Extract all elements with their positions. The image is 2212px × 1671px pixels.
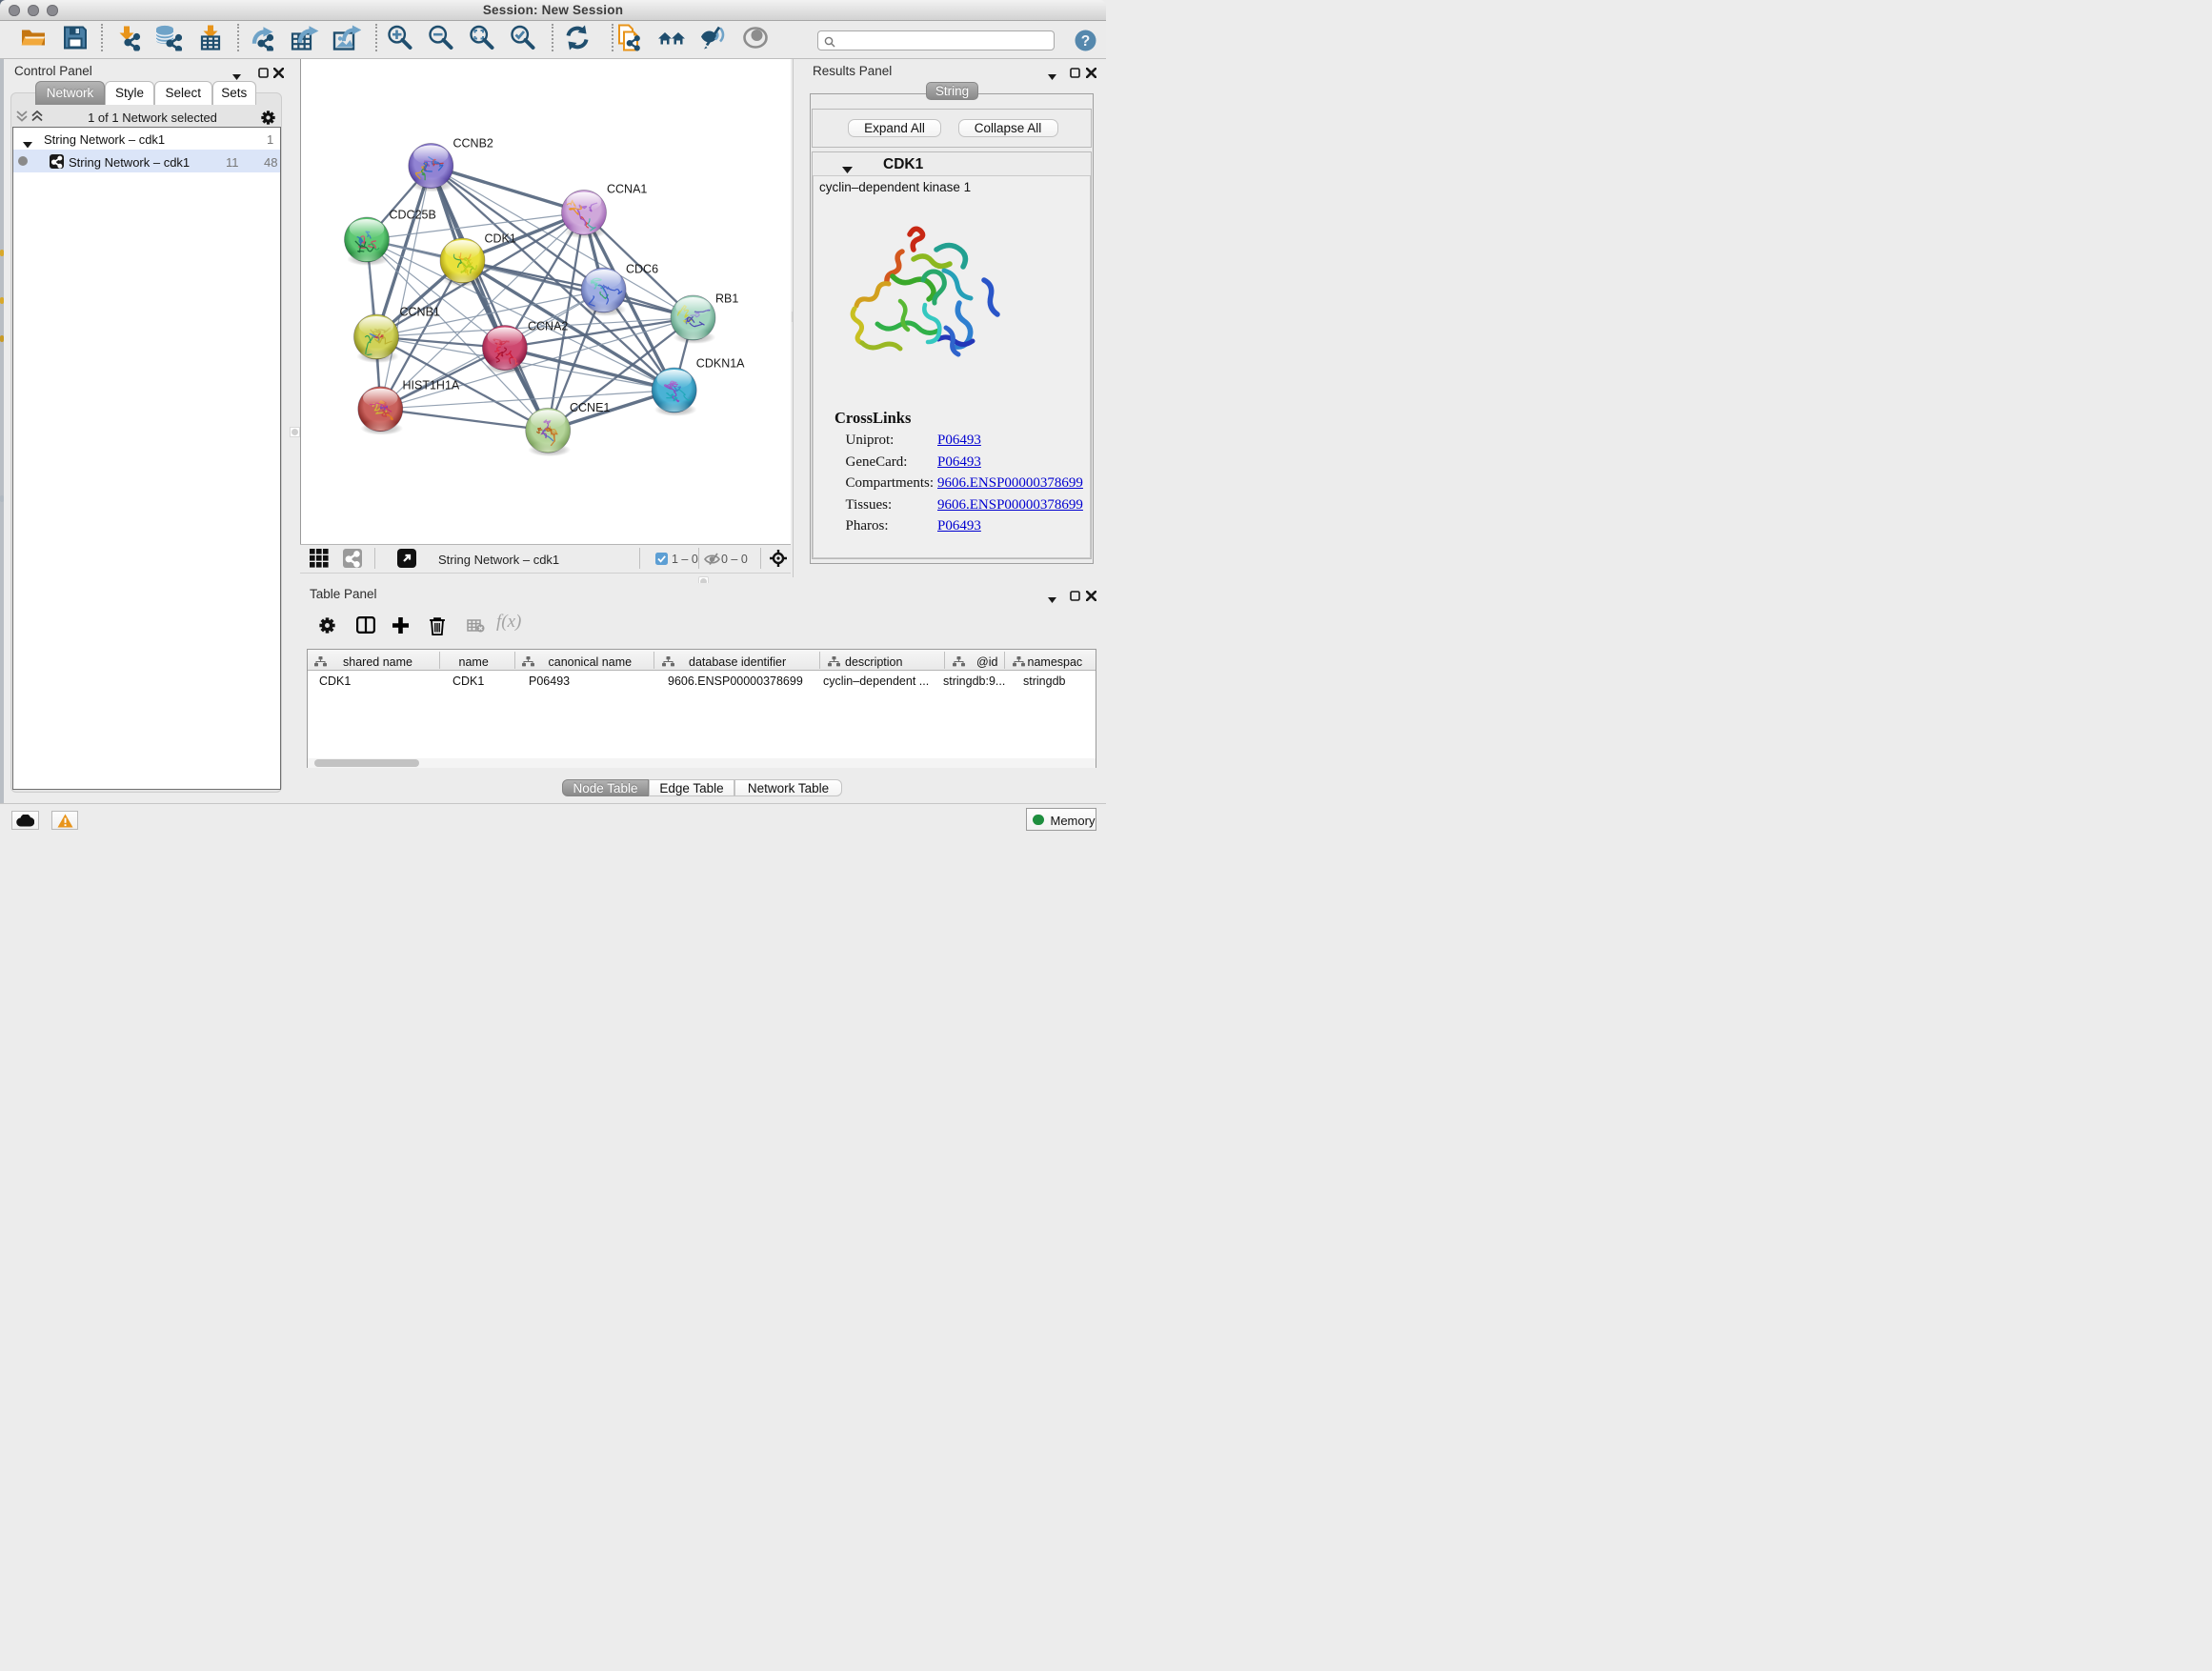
svg-text:CCNA1: CCNA1 <box>607 183 647 196</box>
svg-text:CDC25B: CDC25B <box>389 209 435 222</box>
svg-text:CDK1: CDK1 <box>484 232 515 246</box>
svg-text:CCNE1: CCNE1 <box>570 401 610 414</box>
svg-text:RB1: RB1 <box>715 292 738 306</box>
svg-text:?: ? <box>1081 33 1090 50</box>
svg-text:CDC6: CDC6 <box>626 263 658 276</box>
svg-text:CCNB2: CCNB2 <box>452 137 493 151</box>
svg-text:CDKN1A: CDKN1A <box>695 357 744 371</box>
svg-text:HIST1H1A: HIST1H1A <box>402 379 459 393</box>
svg-text:CCNA2: CCNA2 <box>528 320 568 333</box>
svg-text:CCNB1: CCNB1 <box>399 306 439 319</box>
